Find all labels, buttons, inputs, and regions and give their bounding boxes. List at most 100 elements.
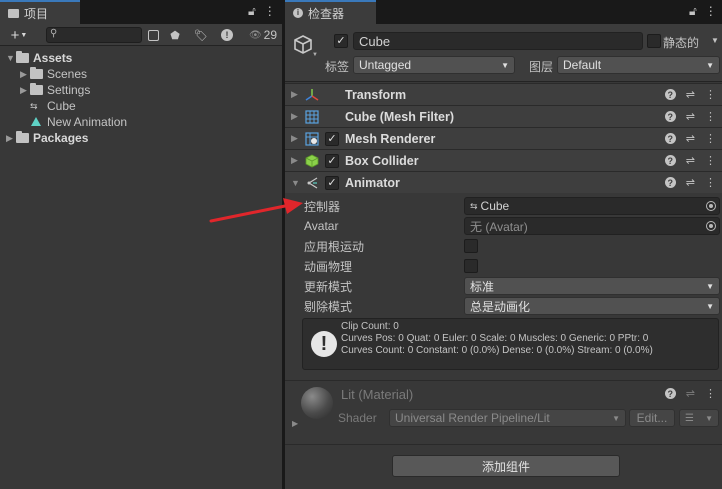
collapsed-arrow-icon[interactable]: ▶ xyxy=(292,419,298,428)
preset-sliders-icon[interactable]: ⇌ xyxy=(686,387,695,400)
component-name: Animator xyxy=(345,175,400,190)
tree-item-assets[interactable]: ▼ Assets xyxy=(0,50,282,66)
apply-root-motion-checkbox[interactable] xyxy=(464,239,478,253)
mesh-filter-grid-icon xyxy=(305,109,319,124)
tab-project[interactable]: 项目 xyxy=(0,0,80,24)
tag-label: 标签 xyxy=(325,60,350,74)
component-transform[interactable]: ▶ Transform ? ⇌ ⋮ xyxy=(285,83,722,105)
filter-icon xyxy=(147,29,159,41)
shader-options-dropdown[interactable]: ☰ ▼ xyxy=(679,409,719,427)
help-icon[interactable]: ? xyxy=(664,177,676,188)
layer-dropdown[interactable]: Default ▼ xyxy=(557,56,720,74)
component-tools: ? ⇌ ⋮ xyxy=(664,132,716,145)
component-mesh-renderer[interactable]: ▶ ✓ Mesh Renderer ? ⇌ ⋮ xyxy=(285,127,722,149)
warning-icon: ! xyxy=(221,29,233,41)
component-enabled-checkbox[interactable]: ✓ xyxy=(325,154,339,168)
tab-inspector[interactable]: i 检查器 xyxy=(285,0,376,24)
collapsed-arrow-icon[interactable]: ▶ xyxy=(291,133,298,144)
gameobject-name-value: Cube xyxy=(359,33,391,49)
collapsed-arrow-icon[interactable]: ▶ xyxy=(20,85,30,96)
help-icon[interactable]: ? xyxy=(664,155,676,166)
animator-icon xyxy=(305,176,319,190)
project-tab-tools: 🔓︎ ⋮ xyxy=(248,4,276,19)
shader-dropdown[interactable]: Universal Render Pipeline/Lit ▼ xyxy=(389,409,626,427)
preset-sliders-icon[interactable]: ⇌ xyxy=(686,176,695,189)
animate-physics-checkbox[interactable] xyxy=(464,259,478,273)
component-tools: ? ⇌ ⋮ xyxy=(664,176,716,189)
component-enabled-checkbox[interactable]: ✓ xyxy=(325,176,339,190)
culling-mode-dropdown[interactable]: 总是动画化 ▼ xyxy=(464,297,720,315)
folder-icon xyxy=(30,67,43,79)
preset-sliders-icon[interactable]: ⇌ xyxy=(686,154,695,167)
animation-clip-icon xyxy=(30,117,43,127)
expanded-arrow-icon[interactable]: ▼ xyxy=(6,53,16,63)
tree-item-new-animation[interactable]: New Animation xyxy=(0,114,282,130)
collapsed-arrow-icon[interactable]: ▶ xyxy=(291,155,298,166)
lock-icon[interactable]: 🔓︎ xyxy=(689,4,697,19)
avatar-field[interactable]: 无 (Avatar) xyxy=(464,217,720,235)
kebab-menu-icon[interactable]: ⋮ xyxy=(705,387,716,400)
info-clip-count: Clip Count: 0 xyxy=(341,321,399,332)
list-icon: ☰ xyxy=(685,412,694,424)
filter-by-type-button[interactable]: ⬟ xyxy=(166,27,184,43)
static-checkbox[interactable] xyxy=(647,34,661,48)
create-button[interactable]: + ▼ xyxy=(6,27,32,44)
kebab-menu-icon[interactable]: ⋮ xyxy=(705,154,716,167)
component-mesh-filter[interactable]: ▶ Cube (Mesh Filter) ? ⇌ ⋮ xyxy=(285,105,722,127)
info-curves-count: Curves Count: 0 Constant: 0 (0.0%) Dense… xyxy=(341,345,653,356)
tree-item-packages[interactable]: ▶ Packages xyxy=(0,130,282,146)
kebab-menu-icon[interactable]: ⋮ xyxy=(705,176,716,189)
tag-dropdown[interactable]: Untagged ▼ xyxy=(353,56,515,74)
object-picker-icon[interactable] xyxy=(706,221,716,231)
kebab-menu-icon[interactable]: ⋮ xyxy=(705,110,716,123)
info-curves-pos: Curves Pos: 0 Quat: 0 Euler: 0 Scale: 0 … xyxy=(341,333,649,344)
kebab-menu-icon[interactable]: ⋮ xyxy=(264,4,276,19)
tree-item-label: Scenes xyxy=(47,67,88,81)
component-tools: ? ⇌ ⋮ xyxy=(664,88,716,101)
controller-field[interactable]: ⇆ Cube xyxy=(464,197,720,215)
shader-edit-button[interactable]: Edit... xyxy=(629,409,675,427)
filter-by-label-button[interactable]: 🏷︎ xyxy=(192,27,210,43)
add-component-button[interactable]: 添加组件 xyxy=(392,455,620,477)
hidden-packages-toggle[interactable]: 👁︎ 29 xyxy=(246,27,280,43)
gameobject-active-checkbox[interactable]: ✓ xyxy=(334,34,348,48)
component-enabled-checkbox[interactable]: ✓ xyxy=(325,132,339,146)
tree-item-settings[interactable]: ▶ Settings xyxy=(0,82,282,98)
preset-sliders-icon[interactable]: ⇌ xyxy=(686,132,695,145)
collapsed-arrow-icon[interactable]: ▶ xyxy=(291,111,298,122)
gameobject-header: ▼ ✓ Cube 静态的 ▼ 标签 Untagged ▼ 图层 Default … xyxy=(285,24,722,82)
preset-sliders-icon[interactable]: ⇌ xyxy=(686,110,695,123)
collapsed-arrow-icon[interactable]: ▶ xyxy=(291,89,298,100)
lock-icon[interactable]: 🔓︎ xyxy=(248,4,256,19)
collapsed-arrow-icon[interactable]: ▶ xyxy=(6,133,16,144)
project-search-input[interactable]: ⚲ xyxy=(46,27,142,43)
help-icon[interactable]: ? xyxy=(664,133,676,144)
component-tools: ? ⇌ ⋮ xyxy=(664,110,716,123)
expanded-arrow-icon[interactable]: ▼ xyxy=(291,178,300,188)
static-dropdown-icon[interactable]: ▼ xyxy=(711,36,719,45)
gameobject-name-field[interactable]: Cube xyxy=(353,32,643,50)
collapsed-arrow-icon[interactable]: ▶ xyxy=(20,69,30,80)
component-animator[interactable]: ▼ ✓ Animator ? ⇌ ⋮ xyxy=(285,171,722,193)
tree-item-cube-controller[interactable]: ⇆ Cube xyxy=(0,98,282,114)
kebab-menu-icon[interactable]: ⋮ xyxy=(705,132,716,145)
kebab-menu-icon[interactable]: ⋮ xyxy=(705,4,717,19)
component-name: Cube (Mesh Filter) xyxy=(345,109,455,124)
preset-sliders-icon[interactable]: ⇌ xyxy=(686,88,695,101)
component-name: Mesh Renderer xyxy=(345,131,436,146)
kebab-menu-icon[interactable]: ⋮ xyxy=(705,88,716,101)
box-collider-icon xyxy=(305,154,319,168)
component-box-collider[interactable]: ▶ ✓ Box Collider ? ⇌ ⋮ xyxy=(285,149,722,171)
help-icon[interactable]: ? xyxy=(664,111,676,122)
object-picker-icon[interactable] xyxy=(706,201,716,211)
chevron-down-icon: ▼ xyxy=(706,301,714,311)
gameobject-icon-dropdown-icon[interactable]: ▼ xyxy=(312,52,318,58)
help-icon[interactable]: ? xyxy=(664,89,676,100)
search-by-type-button[interactable] xyxy=(144,27,162,43)
tree-item-scenes[interactable]: ▶ Scenes xyxy=(0,66,282,82)
show-logs-button[interactable]: ! xyxy=(218,27,236,43)
info-icon: i xyxy=(293,8,303,18)
component-tools: ? ⇌ ⋮ xyxy=(664,154,716,167)
update-mode-dropdown[interactable]: 标准 ▼ xyxy=(464,277,720,295)
help-icon[interactable]: ? xyxy=(664,388,676,399)
